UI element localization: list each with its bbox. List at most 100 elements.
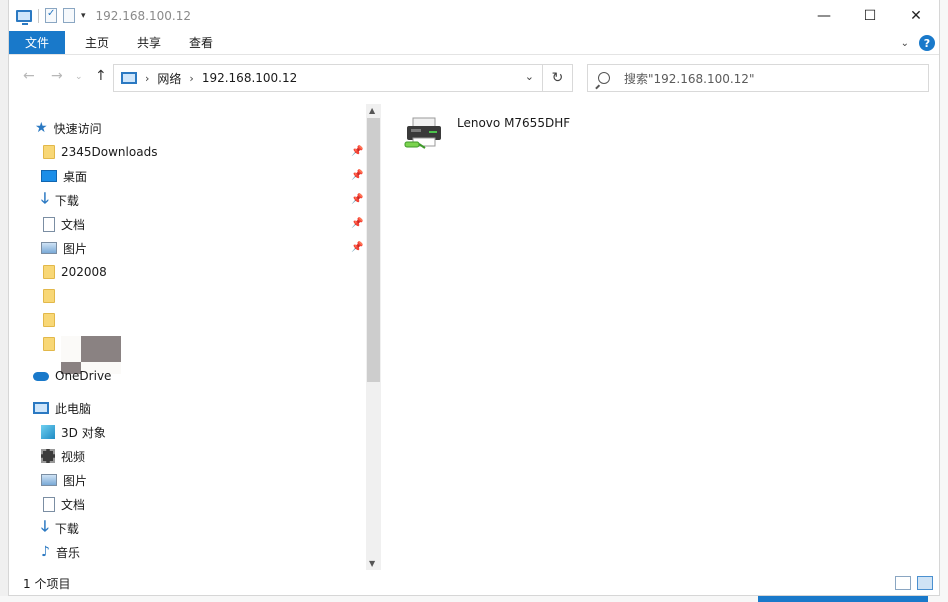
- cloud-icon: [33, 371, 49, 381]
- nav-label: 下载: [54, 521, 79, 536]
- nav-label: 桌面: [63, 169, 88, 184]
- documents-icon: [43, 216, 55, 232]
- scrollbar-thumb[interactable]: [367, 118, 380, 382]
- breadcrumb-chevron-icon[interactable]: ›: [145, 72, 149, 85]
- pin-icon[interactable]: 📌: [351, 194, 363, 205]
- pin-icon[interactable]: 📌: [351, 170, 363, 181]
- computer-icon: [121, 72, 137, 84]
- nav-onedrive[interactable]: OneDrive: [33, 365, 111, 387]
- nav-item-redacted-folder[interactable]: [43, 333, 55, 355]
- pictures-icon: [41, 474, 57, 486]
- scroll-down-icon[interactable]: ▼: [369, 559, 375, 568]
- folder-icon: [43, 265, 55, 279]
- folder-icon: [43, 145, 55, 159]
- ribbon-tabs: 文件 主页 共享 查看 ⌄ ?: [9, 31, 939, 55]
- breadcrumb-host[interactable]: 192.168.100.12: [202, 71, 297, 85]
- nav-pane-scrollbar[interactable]: ▲ ▼: [366, 104, 381, 570]
- properties-icon[interactable]: [45, 8, 57, 23]
- nav-label: 音乐: [55, 545, 80, 560]
- nav-item-documents[interactable]: 文档: [43, 213, 85, 235]
- forward-arrow-icon[interactable]: →: [51, 68, 63, 84]
- help-icon[interactable]: ?: [919, 35, 935, 51]
- documents-icon: [43, 496, 55, 512]
- expand-ribbon-chevron-icon[interactable]: ⌄: [901, 38, 909, 49]
- nav-label: 下载: [54, 193, 79, 208]
- nav-label: 202008: [61, 265, 107, 279]
- ribbon-right-controls: ⌄ ?: [901, 31, 935, 55]
- pin-icon[interactable]: 📌: [351, 218, 363, 229]
- download-icon: 🡓: [41, 516, 49, 535]
- nav-item-videos[interactable]: 视频: [41, 445, 85, 467]
- breadcrumb-chevron-icon[interactable]: ›: [189, 72, 193, 85]
- file-explorer-window: ▾ 192.168.100.12 — ☐ ✕ 文件 主页 共享 查看 ⌄ ? ←…: [8, 0, 940, 596]
- search-input[interactable]: 搜索"192.168.100.12": [587, 64, 929, 92]
- nav-item-documents-pc[interactable]: 文档: [43, 493, 85, 515]
- nav-label: 文档: [61, 217, 86, 232]
- address-dropdown-icon[interactable]: ⌄: [525, 70, 534, 83]
- nav-item-redacted-folder[interactable]: [43, 285, 55, 307]
- recent-locations-chevron-icon[interactable]: ⌄: [75, 72, 83, 82]
- nav-item-desktop[interactable]: 桌面: [41, 165, 87, 187]
- breadcrumb-network[interactable]: 网络: [157, 70, 181, 87]
- background-edge: [940, 0, 948, 602]
- nav-label: 图片: [63, 473, 88, 488]
- star-icon: ★: [35, 120, 48, 136]
- address-bar[interactable]: › 网络 › 192.168.100.12 ⌄: [113, 64, 543, 92]
- back-arrow-icon[interactable]: ←: [23, 68, 35, 84]
- minimize-button[interactable]: —: [801, 0, 847, 31]
- nav-label: 文档: [61, 497, 86, 512]
- nav-this-pc[interactable]: 此电脑: [33, 397, 91, 419]
- refresh-button[interactable]: ↻: [543, 64, 573, 92]
- nav-label: OneDrive: [55, 369, 112, 383]
- nav-item-pictures[interactable]: 图片: [41, 237, 87, 259]
- details-view-icon[interactable]: [895, 576, 911, 590]
- navigation-bar: ← → ⌄ ↑ › 网络 › 192.168.100.12 ⌄ ↻ 搜索"192…: [9, 62, 939, 94]
- up-arrow-icon[interactable]: ↑: [95, 68, 107, 84]
- search-icon: [598, 72, 610, 84]
- redaction-cell: [81, 336, 121, 362]
- tab-view[interactable]: 查看: [175, 31, 227, 54]
- nav-item-pictures-pc[interactable]: 图片: [41, 469, 87, 491]
- download-icon: 🡓: [41, 188, 49, 207]
- status-bar: 1 个项目: [9, 572, 939, 594]
- divider: [38, 8, 39, 23]
- printer-name: Lenovo M7655DHF: [457, 116, 571, 130]
- 3d-objects-icon: [41, 425, 55, 439]
- background-button-strip: [758, 596, 928, 602]
- tab-home[interactable]: 主页: [71, 31, 123, 54]
- nav-item-downloads[interactable]: 🡓 下载: [41, 189, 79, 211]
- large-icons-view-icon[interactable]: [917, 576, 933, 590]
- nav-label: 图片: [63, 241, 88, 256]
- pin-icon[interactable]: 📌: [351, 242, 363, 253]
- tab-share[interactable]: 共享: [123, 31, 175, 54]
- quick-access-toolbar: ▾: [9, 8, 86, 25]
- scroll-up-icon[interactable]: ▲: [369, 106, 375, 115]
- nav-item-2345downloads[interactable]: 2345Downloads: [43, 141, 157, 163]
- window-title: 192.168.100.12: [95, 8, 191, 23]
- pin-icon[interactable]: 📌: [351, 146, 363, 157]
- nav-item-music[interactable]: ♪ 音乐: [41, 541, 80, 563]
- tab-file[interactable]: 文件: [9, 31, 66, 54]
- computer-icon: [33, 402, 49, 414]
- nav-item-redacted-folder[interactable]: [43, 309, 55, 331]
- maximize-button[interactable]: ☐: [847, 0, 893, 31]
- nav-item-downloads-pc[interactable]: 🡓 下载: [41, 517, 79, 539]
- new-folder-icon[interactable]: [63, 8, 75, 23]
- nav-item-202008[interactable]: 202008: [43, 261, 107, 283]
- navigation-pane: ★ 快速访问 2345Downloads 📌 桌面 📌 🡓 下载 📌 文档 📌 …: [9, 100, 383, 570]
- music-icon: ♪: [41, 544, 50, 560]
- content-pane: Lenovo M7655DHF: [383, 100, 939, 570]
- desktop-icon: [41, 170, 57, 182]
- close-button[interactable]: ✕: [893, 0, 939, 31]
- customize-toolbar-dropdown-icon[interactable]: ▾: [81, 11, 86, 21]
- search-placeholder: 搜索"192.168.100.12": [624, 71, 755, 86]
- folder-icon: [43, 289, 55, 303]
- nav-label: 此电脑: [55, 401, 92, 416]
- nav-quick-access[interactable]: ★ 快速访问: [35, 117, 102, 139]
- window-controls: — ☐ ✕: [801, 0, 939, 31]
- folder-icon: [43, 337, 55, 351]
- computer-icon: [16, 9, 32, 25]
- nav-item-3d-objects[interactable]: 3D 对象: [41, 421, 106, 443]
- pictures-icon: [41, 242, 57, 254]
- nav-label: 2345Downloads: [61, 145, 158, 159]
